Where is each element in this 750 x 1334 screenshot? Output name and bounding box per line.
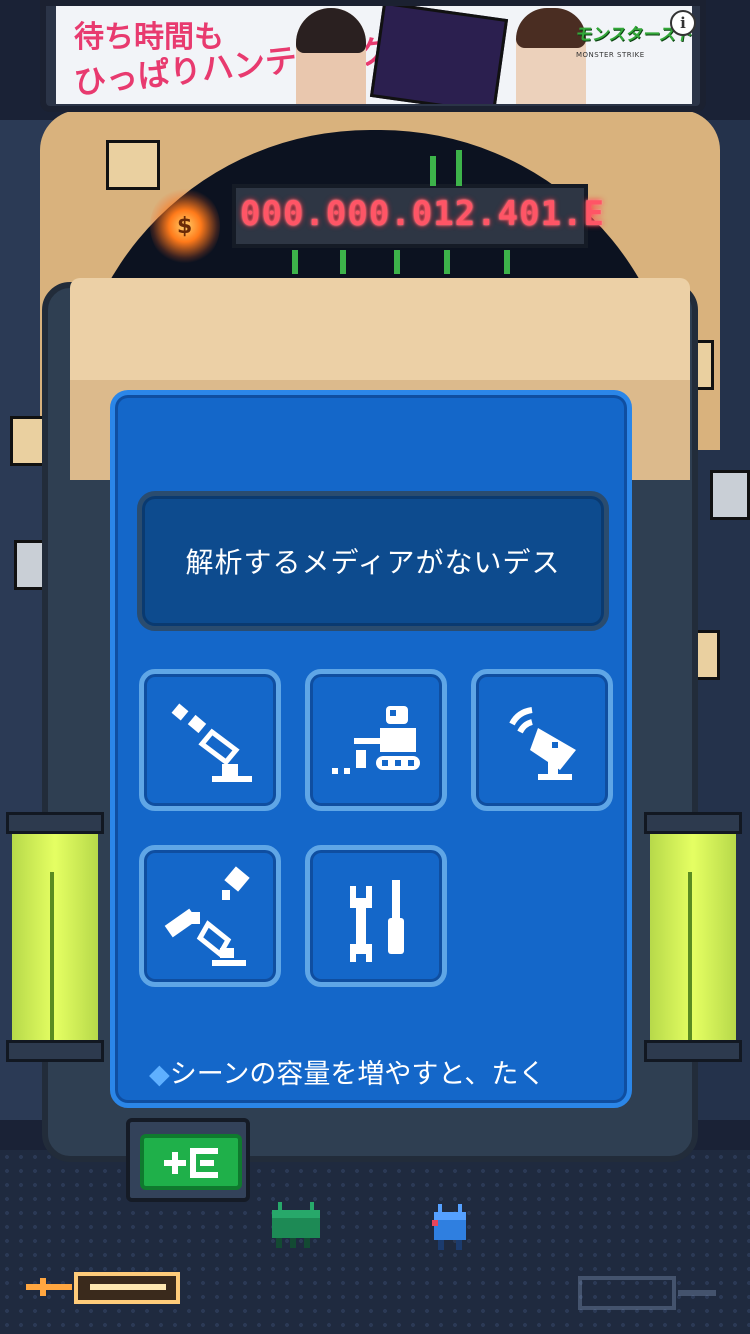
ad-info-icon[interactable]: i [670,10,696,36]
hanging-pot [710,470,750,520]
rover-button[interactable] [305,669,447,811]
satellite-icon [164,866,250,966]
game-scene: 待ち時間も ひっぱりハンティング モンスターストライク MONSTER STRI… [0,0,750,1334]
tube-cap [6,1040,104,1062]
currency-symbol: $ [177,214,193,239]
tip-text: シーンの容量を増やすと、たく [169,1059,546,1090]
tube-plant [688,872,692,1040]
left-plant-tube [6,812,104,1062]
tube-plant [50,872,54,1040]
tube-liquid [12,834,98,1040]
ad-logo-subtext: MONSTER STRIKE [576,51,645,59]
sprout [504,250,510,274]
sprout [444,250,450,274]
ad-logo: モンスターストライク MONSTER STRIKE [574,20,692,90]
rover-icon [332,706,420,774]
telescope-icon [171,703,252,782]
tube-cap [644,812,742,834]
ad-banner[interactable]: 待ち時間も ひっぱりハンティング モンスターストライク MONSTER STRI… [40,0,706,112]
sprout [456,150,462,186]
tube-cap [6,812,104,834]
telescope-button[interactable] [139,669,281,811]
exit-arrow-icon [164,1148,218,1178]
message-box: 解析するメディアがないデス [137,491,609,631]
right-arrow-sign [578,1276,716,1310]
ad-model-image [296,8,366,104]
ad-phone-image [369,6,509,104]
currency-counter: 000.000.012.401.E [240,194,605,234]
ad-content[interactable]: 待ち時間も ひっぱりハンティング モンスターストライク MONSTER STRI… [56,6,692,104]
tools-button[interactable] [305,845,447,987]
blue-critter [432,1204,466,1250]
sprout [340,250,346,274]
sprout [394,250,400,274]
left-arrow-sign [26,1272,180,1304]
tube-cap [644,1040,742,1062]
wrench-screwdriver-icon [350,880,404,962]
satellite-button[interactable] [139,845,281,987]
antenna-button[interactable] [471,669,613,811]
exit-button[interactable] [140,1134,242,1190]
green-critter [272,1202,320,1248]
satellite-dish-icon [509,707,576,780]
sprout [292,250,298,274]
sprout [430,156,436,186]
tip-ticker: ◆シーンの容量を増やすと、たく [149,1055,629,1095]
message-text: 解析するメディアがないデス [185,546,561,579]
tube-liquid [650,834,736,1040]
hanging-pot [106,140,160,190]
tip-bullet-icon: ◆ [149,1059,170,1090]
analysis-panel: 解析するメディアがないデス ◆シーンの容量を増やすと、たく [110,390,632,1108]
right-plant-tube [644,812,742,1062]
